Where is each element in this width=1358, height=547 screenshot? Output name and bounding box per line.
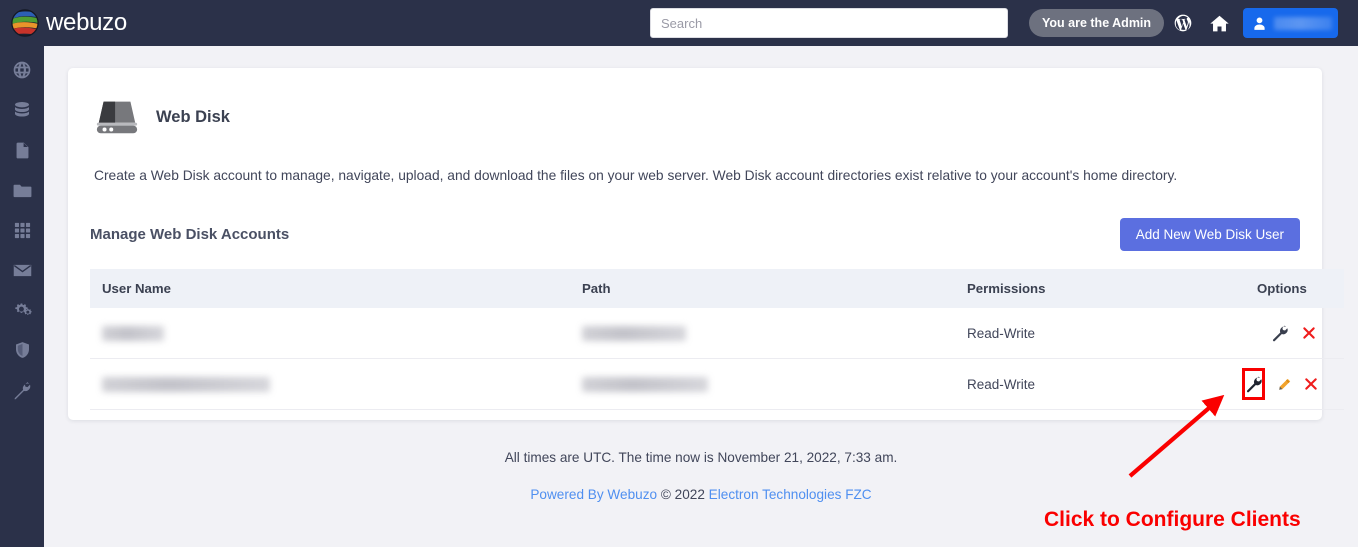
sidebar-item-email[interactable] bbox=[9, 258, 35, 282]
top-navigation-bar: webuzo You are the Admin bbox=[0, 0, 1358, 46]
left-sidebar bbox=[0, 46, 44, 547]
wrench-glyph bbox=[1272, 325, 1288, 341]
web-disk-icon bbox=[96, 101, 138, 134]
cell-user-name bbox=[90, 358, 570, 410]
user-name-redacted bbox=[102, 376, 270, 392]
wrench-icon bbox=[14, 382, 31, 400]
section-title: Manage Web Disk Accounts bbox=[90, 226, 290, 243]
manage-accounts-header-row: Manage Web Disk Accounts Add New Web Dis… bbox=[90, 218, 1300, 251]
envelope-icon bbox=[13, 264, 31, 276]
pencil-glyph bbox=[1279, 378, 1291, 390]
user-name-redacted bbox=[102, 325, 164, 341]
row-actions bbox=[1257, 320, 1332, 346]
path-redacted bbox=[582, 376, 708, 392]
footer-time-note: All times are UTC. The time now is Novem… bbox=[504, 450, 898, 465]
page-footer: All times are UTC. The time now is Novem… bbox=[44, 450, 1358, 502]
configure-wrench-icon-highlighted[interactable] bbox=[1242, 368, 1265, 400]
table-header: User Name Path Permissions Options bbox=[90, 269, 1344, 308]
grid-apps-icon bbox=[14, 222, 30, 238]
brand-logo-link[interactable]: webuzo bbox=[10, 8, 127, 38]
gears-icon bbox=[15, 303, 32, 315]
x-glyph bbox=[1305, 378, 1317, 390]
card-header: Web Disk bbox=[94, 94, 1300, 140]
add-new-web-disk-user-button[interactable]: Add New Web Disk User bbox=[1119, 218, 1300, 251]
folder-icon bbox=[13, 184, 31, 197]
sidebar-item-apps[interactable] bbox=[9, 218, 35, 242]
main-content-area: Web Disk Create a Web Disk account to ma… bbox=[44, 46, 1358, 547]
edit-pencil-icon[interactable] bbox=[1277, 375, 1292, 393]
cell-options bbox=[1242, 358, 1344, 410]
cell-user-name bbox=[90, 308, 570, 359]
user-name-redacted bbox=[1274, 16, 1332, 30]
configure-wrench-icon[interactable] bbox=[1270, 324, 1288, 342]
cell-path bbox=[570, 308, 955, 359]
column-header-options: Options bbox=[1245, 269, 1344, 308]
wrench-glyph bbox=[1246, 376, 1262, 392]
sidebar-item-domains[interactable] bbox=[9, 58, 35, 82]
x-glyph bbox=[1303, 327, 1315, 339]
table-row: Read-Write bbox=[90, 308, 1344, 359]
webuzo-globe-logo-icon bbox=[11, 9, 39, 37]
row-actions bbox=[1242, 368, 1332, 400]
sidebar-item-databases[interactable] bbox=[9, 98, 35, 122]
powered-by-webuzo-link[interactable]: Powered By Webuzo bbox=[530, 487, 657, 502]
column-header-permissions[interactable]: Permissions bbox=[955, 269, 1245, 308]
card-description: Create a Web Disk account to manage, nav… bbox=[94, 168, 1178, 183]
sidebar-item-folders[interactable] bbox=[9, 178, 35, 202]
footer-credit: Powered By Webuzo © 2022 Electron Techno… bbox=[44, 487, 1358, 502]
column-header-path[interactable]: Path bbox=[570, 269, 955, 308]
cell-permissions: Read-Write bbox=[955, 358, 1245, 410]
footer-copyright-text: © 2022 bbox=[660, 487, 705, 502]
cell-path bbox=[570, 358, 955, 410]
search-input[interactable] bbox=[650, 8, 1008, 38]
cell-options bbox=[1245, 308, 1344, 359]
column-header-user-name[interactable]: User Name bbox=[90, 269, 570, 308]
wordpress-icon[interactable] bbox=[1171, 11, 1195, 35]
path-redacted bbox=[582, 325, 686, 341]
wordpress-glyph bbox=[1174, 14, 1192, 32]
home-icon[interactable] bbox=[1207, 11, 1231, 35]
web-disk-accounts-table: User Name Path Permissions Options Read-… bbox=[90, 269, 1344, 410]
database-icon bbox=[15, 102, 29, 117]
globe-icon bbox=[13, 61, 31, 79]
home-glyph bbox=[1209, 15, 1229, 31]
cell-permissions: Read-Write bbox=[955, 308, 1245, 359]
sidebar-item-tools[interactable] bbox=[9, 378, 35, 402]
brand-name: webuzo bbox=[46, 9, 127, 36]
file-icon bbox=[16, 142, 28, 158]
delete-x-icon[interactable] bbox=[1304, 375, 1318, 393]
table-row: Read-Write bbox=[90, 358, 1344, 410]
annotation-label: Click to Configure Clients bbox=[1044, 508, 1301, 531]
user-account-button[interactable] bbox=[1243, 8, 1338, 38]
page-title: Web Disk bbox=[156, 107, 230, 126]
company-link[interactable]: Electron Technologies FZC bbox=[709, 487, 872, 502]
table-body: Read-Write Read-Write bbox=[90, 308, 1344, 410]
admin-status-badge: You are the Admin bbox=[1029, 9, 1165, 37]
user-icon bbox=[1254, 16, 1265, 30]
sidebar-item-settings[interactable] bbox=[9, 298, 35, 322]
table-header-row: User Name Path Permissions Options bbox=[90, 269, 1344, 308]
sidebar-item-files[interactable] bbox=[9, 138, 35, 162]
search-box[interactable] bbox=[650, 8, 1008, 38]
shield-icon bbox=[15, 342, 29, 358]
sidebar-item-security[interactable] bbox=[9, 338, 35, 362]
delete-x-icon[interactable] bbox=[1300, 324, 1318, 342]
web-disk-card: Web Disk Create a Web Disk account to ma… bbox=[68, 68, 1344, 420]
